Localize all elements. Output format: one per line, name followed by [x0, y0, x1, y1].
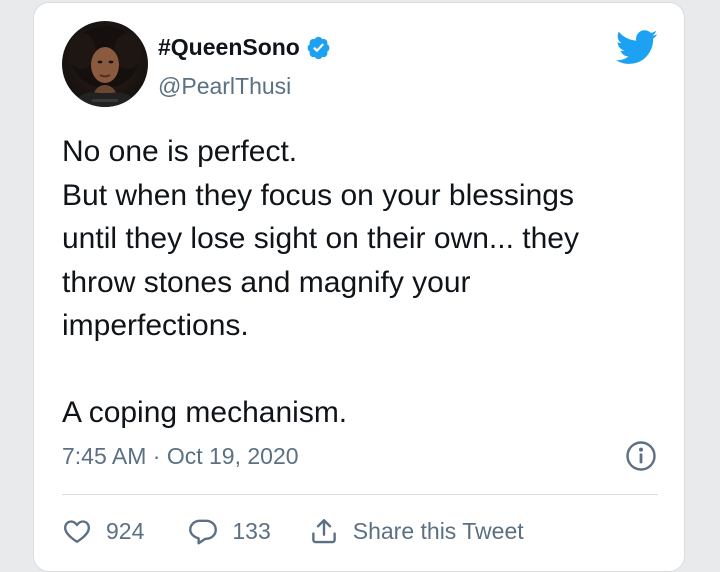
tweet-text: No one is perfect. But when they focus o…: [62, 130, 662, 435]
share-button[interactable]: Share this Tweet: [309, 516, 524, 546]
user-handle[interactable]: @PearlThusi: [158, 73, 291, 100]
tweet-line: A coping mechanism.: [62, 396, 348, 429]
share-icon: [311, 519, 336, 544]
tweet-line: throw stones and magnify your: [62, 265, 471, 299]
reply-count: 133: [232, 517, 271, 544]
avatar-image: [68, 26, 142, 107]
tweet-line: until they lose sight on their own... th…: [62, 222, 579, 255]
tweet-line: But when they focus on your blessings: [62, 178, 574, 212]
divider: [62, 494, 658, 495]
tweet-timestamp[interactable]: 7:45 AM · Oct 19, 2020: [62, 443, 299, 470]
share-label: Share this Tweet: [352, 517, 524, 544]
display-name-text: #QueenSono: [158, 34, 300, 60]
info-icon[interactable]: [625, 440, 657, 472]
reply-bubble-icon: [189, 519, 218, 545]
verified-badge-icon: [306, 35, 331, 60]
reply-button[interactable]: 133: [188, 516, 271, 546]
like-count: 924: [106, 517, 145, 544]
tweet-line: No one is perfect.: [62, 135, 298, 168]
tweet-line: imperfections.: [62, 309, 249, 342]
twitter-bird-icon[interactable]: [615, 30, 658, 65]
display-name[interactable]: #QueenSono: [158, 34, 331, 61]
like-button[interactable]: 924: [62, 516, 144, 546]
avatar[interactable]: [62, 21, 148, 107]
heart-icon: [64, 520, 90, 543]
tweet-actions: 924 133 Share this Tweet: [62, 511, 524, 551]
tweet-card: #QueenSono @PearlThusi No one is perfect…: [33, 2, 685, 572]
